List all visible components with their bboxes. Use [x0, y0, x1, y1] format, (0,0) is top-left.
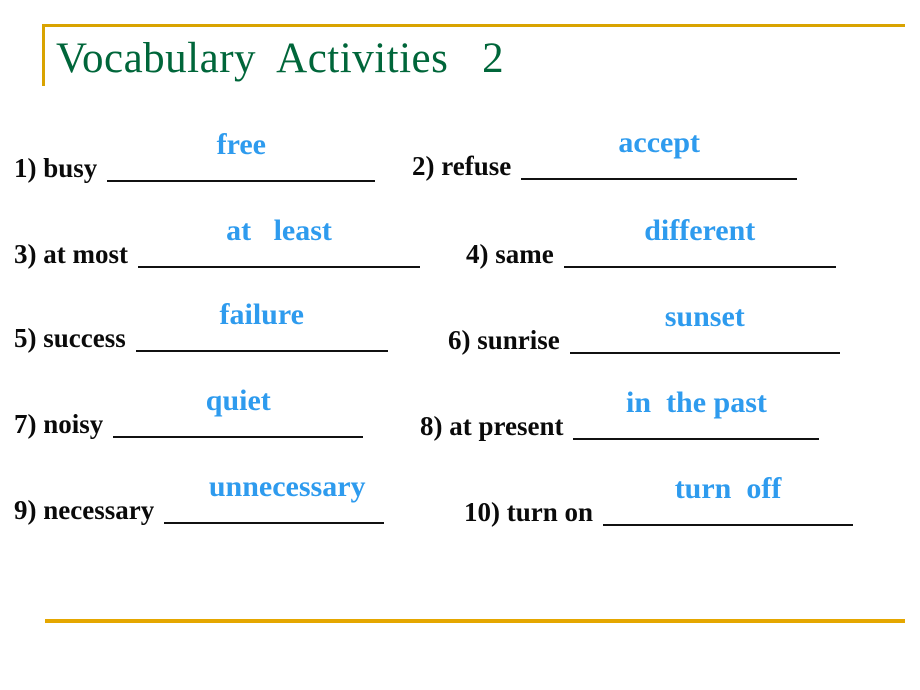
item-1-answer: free: [216, 128, 266, 161]
item-6-label: 6) sunrise: [448, 325, 560, 355]
item-2-answer: accept: [618, 126, 701, 159]
exercise-item-8: 8) at present in the past: [420, 388, 820, 441]
item-9-blank[interactable]: unnecessary: [164, 472, 385, 524]
left-gold-rule: [42, 24, 45, 86]
item-7-blank[interactable]: quiet: [113, 386, 364, 438]
item-10-answer: turn off: [674, 472, 782, 505]
exercise-item-1: 1) busy free: [14, 130, 376, 183]
exercise-item-10: 10) turn on turn off: [464, 474, 854, 527]
item-3-answer: at least: [226, 214, 332, 247]
item-5-label: 5) success: [14, 323, 126, 353]
page-title: Vocabulary Activities 2: [56, 35, 505, 82]
item-7-label: 7) noisy: [14, 409, 104, 439]
item-2-blank[interactable]: accept: [521, 128, 798, 180]
item-1-blank[interactable]: free: [107, 130, 376, 182]
item-6-answer: sunset: [664, 300, 745, 333]
item-3-label: 3) at most: [14, 239, 128, 269]
slide: Vocabulary Activities 2 1) busy free 2) …: [0, 0, 920, 690]
item-8-blank[interactable]: in the past: [573, 388, 820, 440]
item-4-answer: different: [644, 214, 756, 247]
exercise-item-7: 7) noisy quiet: [14, 386, 364, 439]
exercise-item-4: 4) same different: [466, 216, 836, 269]
item-3-blank[interactable]: at least: [137, 216, 420, 268]
exercise-item-9: 9) necessary unnecessary: [14, 472, 385, 525]
item-8-answer: in the past: [626, 386, 767, 419]
exercise-item-2: 2) refuse accept: [412, 128, 798, 181]
exercise-item-5: 5) success failure: [14, 300, 388, 353]
item-9-answer: unnecessary: [208, 470, 366, 503]
item-9-label: 9) necessary: [14, 495, 155, 525]
exercise-item-6: 6) sunrise sunset: [448, 302, 840, 355]
item-4-blank[interactable]: different: [563, 216, 836, 268]
bottom-gold-rule: [45, 619, 905, 623]
item-10-blank[interactable]: turn off: [603, 474, 854, 526]
item-7-answer: quiet: [205, 384, 271, 417]
item-10-label: 10) turn on: [464, 497, 594, 527]
item-5-answer: failure: [219, 298, 304, 331]
item-2-label: 2) refuse: [412, 151, 512, 181]
item-1-label: 1) busy: [14, 153, 98, 183]
exercise-item-3: 3) at most at least: [14, 216, 420, 269]
item-8-label: 8) at present: [420, 411, 564, 441]
item-4-label: 4) same: [466, 239, 554, 269]
item-6-blank[interactable]: sunset: [569, 302, 840, 354]
item-5-blank[interactable]: failure: [135, 300, 388, 352]
top-gold-rule: [42, 24, 905, 27]
